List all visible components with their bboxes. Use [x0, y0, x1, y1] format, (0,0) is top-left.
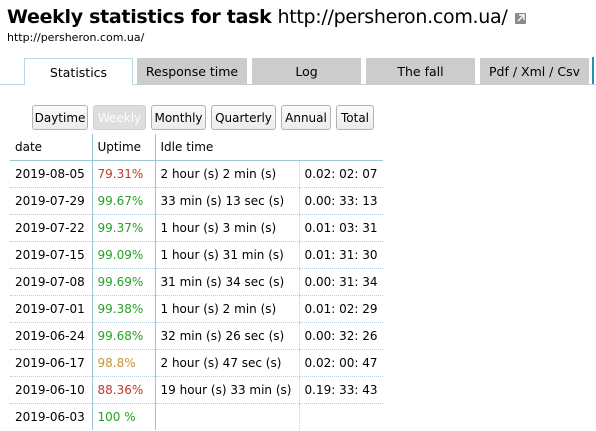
external-link-icon[interactable] [515, 13, 527, 24]
row-idle-clock: 0.00: 31: 34 [298, 268, 383, 296]
row-date: 2019-06-17 [10, 349, 92, 377]
row-date: 2019-07-01 [10, 295, 92, 323]
row-idle-time: 19 hour (s) 33 min (s) [154, 376, 299, 404]
row-idle-clock: 0.19: 33: 43 [298, 376, 383, 404]
tab-bar-edge [592, 57, 594, 84]
row-date: 2019-06-10 [10, 376, 92, 404]
tab-pdf-xml-csv[interactable]: Pdf / Xml / Csv [480, 58, 589, 85]
table-row: 2019-07-22 99.37% 1 hour (s) 3 min (s) 0.01… [10, 214, 383, 242]
row-idle-clock: 0.00: 32: 26 [298, 322, 383, 350]
tab-statistics[interactable]: Statistics [24, 58, 133, 85]
row-uptime: 99.68% [91, 322, 155, 350]
table-row: 2019-07-01 99.38% 1 hour (s) 2 min (s) 0.01… [10, 295, 383, 323]
table-row: 2019-06-03 100 % [10, 403, 383, 430]
row-idle-time: 1 hour (s) 2 min (s) [154, 295, 299, 323]
column-header-uptime: Uptime [91, 134, 155, 161]
row-date: 2019-07-29 [10, 187, 92, 215]
row-idle-clock [298, 403, 383, 430]
row-date: 2019-06-03 [15, 409, 85, 424]
column-header-idle-time: Idle time [154, 134, 383, 161]
row-uptime: 99.37% [91, 214, 155, 242]
row-idle-time: 32 min (s) 26 sec (s) [154, 322, 299, 350]
row-uptime: 98.8% [91, 349, 155, 377]
row-idle-time: 2 hour (s) 47 sec (s) [154, 349, 299, 377]
row-idle-time: 31 min (s) 34 sec (s) [154, 268, 299, 296]
table-row: 2019-06-17 98.8% 2 hour (s) 47 sec (s) 0.02… [10, 349, 383, 377]
page-title-url[interactable]: http://persheron.com.ua/ [277, 6, 507, 28]
row-uptime: 100 % [91, 403, 155, 430]
row-date: 2019-07-22 [10, 214, 92, 242]
table-header-row: date Uptime Idle time [10, 134, 383, 161]
row-idle-time: 2 hour (s) 2 min (s) [154, 160, 299, 188]
row-idle-time: 1 hour (s) 3 min (s) [154, 214, 299, 242]
period-monthly-button[interactable]: Monthly [151, 105, 206, 130]
row-uptime: 79.31% [91, 160, 155, 188]
period-total-button[interactable]: Total [336, 105, 374, 130]
row-uptime: 99.38% [91, 295, 155, 323]
row-uptime: 99.67% [91, 187, 155, 215]
table-row: 2019-07-29 99.67% 33 min (s) 13 sec (s) 0.0… [10, 187, 383, 215]
table-row: 2019-08-05 79.31% 2 hour (s) 2 min (s) 0.02… [10, 160, 383, 188]
table-body: 2019-08-05 79.31% 2 hour (s) 2 min (s) 0.02… [10, 160, 383, 430]
task-url-subtitle: http://persheron.com.ua/ [7, 31, 145, 44]
row-idle-clock: 0.00: 33: 13 [298, 187, 383, 215]
row-idle-time: 33 min (s) 13 sec (s) [154, 187, 299, 215]
row-idle-time [154, 403, 299, 430]
row-idle-clock: 0.02: 00: 47 [298, 349, 383, 377]
row-idle-clock: 0.01: 02: 29 [298, 295, 383, 323]
period-weekly-button[interactable]: Weekly [93, 105, 146, 130]
page: Weekly statistics for task http://pershe… [0, 0, 596, 431]
tab-the-fall[interactable]: The fall [366, 58, 475, 85]
row-idle-clock: 0.01: 31: 30 [298, 241, 383, 269]
table-row: 2019-07-15 99.09% 1 hour (s) 31 min (s) 0.0… [10, 241, 383, 269]
row-idle-clock: 0.01: 03: 31 [298, 214, 383, 242]
row-idle-time: 1 hour (s) 31 min (s) [154, 241, 299, 269]
row-uptime: 99.69% [91, 268, 155, 296]
table-row: 2019-06-24 99.68% 32 min (s) 26 sec (s) 0.0… [10, 322, 383, 350]
row-date: 2019-08-05 [10, 160, 92, 188]
table-row: 2019-06-10 88.36% 19 hour (s) 33 min (s) 0.… [10, 376, 383, 404]
row-uptime: 99.09% [91, 241, 155, 269]
period-annual-button[interactable]: Annual [281, 105, 331, 130]
tab-log[interactable]: Log [252, 58, 361, 85]
row-date: 2019-07-15 [10, 241, 92, 269]
page-title: Weekly statistics for task http://pershe… [7, 6, 527, 28]
table-row: 2019-07-08 99.69% 31 min (s) 34 sec (s) 0.0… [10, 268, 383, 296]
weekly-stats-table: date Uptime Idle time 2019-08-05 79.31% 2 … [10, 134, 383, 430]
row-uptime: 88.36% [91, 376, 155, 404]
column-header-date: date [10, 134, 92, 161]
period-daytime-button[interactable]: Daytime [32, 105, 88, 130]
period-quarterly-button[interactable]: Quarterly [211, 105, 276, 130]
tab-response-time[interactable]: Response time [137, 58, 247, 85]
row-date: 2019-06-24 [10, 322, 92, 350]
row-date: 2019-07-08 [10, 268, 92, 296]
page-title-text: Weekly statistics for task [7, 6, 272, 28]
row-idle-clock: 0.02: 02: 07 [298, 160, 383, 188]
